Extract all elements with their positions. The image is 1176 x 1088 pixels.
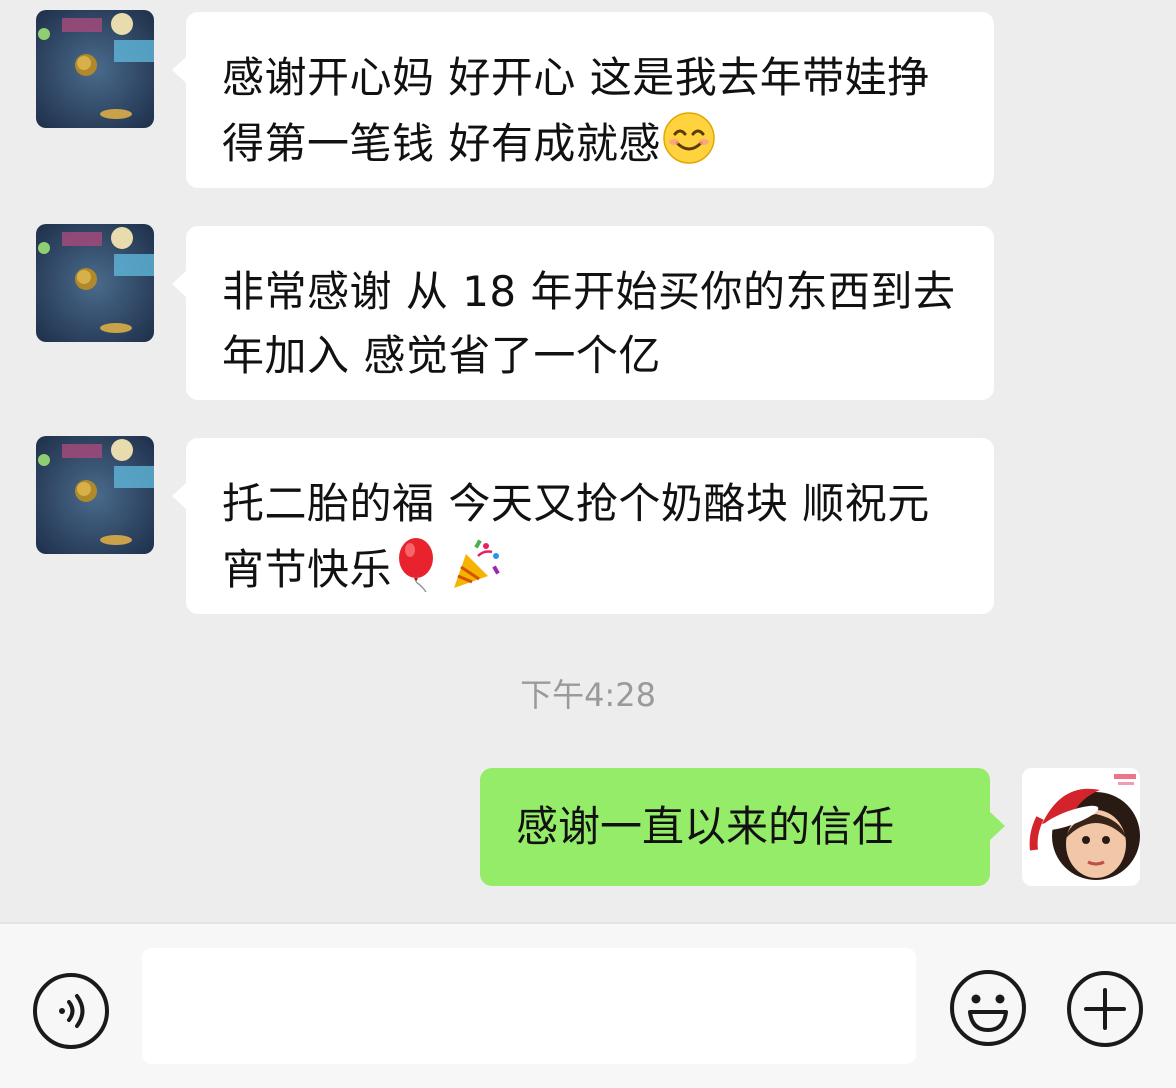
message-text: 托二胎的福 今天又抢个奶酪块 顺祝元宵节快乐 bbox=[222, 479, 930, 594]
emoji-icon bbox=[950, 970, 1026, 1046]
emoji-button[interactable] bbox=[948, 968, 1028, 1048]
voice-icon bbox=[33, 973, 109, 1049]
contact-avatar[interactable] bbox=[36, 224, 154, 342]
message-text: 感谢开心妈 好开心 这是我去年带娃挣得第一笔钱 好有成就感 bbox=[222, 53, 930, 168]
voice-button[interactable] bbox=[32, 972, 110, 1050]
message-text: 非常感谢 从 18 年开始买你的东西到去年加入 感觉省了一个亿 bbox=[222, 267, 956, 380]
more-button[interactable] bbox=[1066, 970, 1144, 1048]
balloon-icon bbox=[392, 536, 448, 593]
contact-avatar[interactable] bbox=[36, 436, 154, 554]
message-bubble-received[interactable]: 托二胎的福 今天又抢个奶酪块 顺祝元宵节快乐 bbox=[172, 438, 994, 614]
chat-area[interactable]: 感谢开心妈 好开心 这是我去年带娃挣得第一笔钱 好有成就感 非常感谢 从 18 … bbox=[0, 0, 1176, 922]
message-input[interactable] bbox=[142, 948, 916, 1064]
contact-avatar[interactable] bbox=[36, 10, 154, 128]
smiling-face-icon bbox=[661, 110, 717, 166]
my-avatar[interactable] bbox=[1022, 768, 1140, 886]
input-bar bbox=[0, 922, 1176, 1088]
plus-icon bbox=[1067, 971, 1143, 1047]
message-text: 感谢一直以来的信任 bbox=[516, 802, 895, 851]
party-popper-icon bbox=[448, 536, 504, 592]
message-bubble-received[interactable]: 感谢开心妈 好开心 这是我去年带娃挣得第一笔钱 好有成就感 bbox=[172, 12, 994, 188]
message-bubble-received[interactable]: 非常感谢 从 18 年开始买你的东西到去年加入 感觉省了一个亿 bbox=[172, 226, 994, 400]
message-timestamp: 下午4:28 bbox=[520, 676, 656, 714]
message-bubble-sent[interactable]: 感谢一直以来的信任 bbox=[480, 768, 1005, 886]
